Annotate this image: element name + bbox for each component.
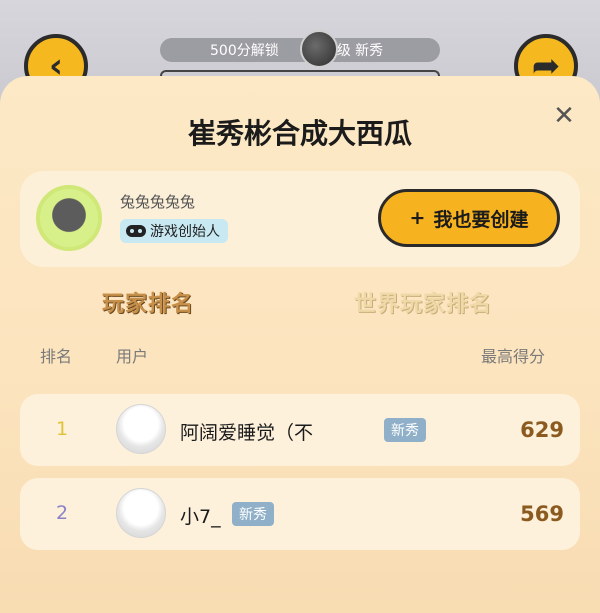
row-rank: 1 — [56, 418, 69, 440]
status-badge: 新秀 — [232, 502, 274, 526]
unlock-pill-text: 500分解锁 — [210, 43, 279, 59]
avatar[interactable] — [116, 488, 166, 538]
creator-name: 兔兔兔兔兔 — [120, 193, 196, 211]
leaderboard-sheet: 崔秀彬合成大西瓜 ✕ 兔兔兔兔兔 游戏创始人 + 我也要创建 玩家排名 世界玩家… — [0, 76, 600, 613]
row-score: 569 — [520, 502, 564, 526]
tab-world-ranking[interactable]: 世界玩家排名 — [354, 286, 492, 318]
row-name: 阿阔爱睡觉（不 — [180, 422, 314, 444]
create-button-label: 我也要创建 — [433, 208, 529, 231]
unlock-pill-level: 级 新秀 — [336, 43, 384, 59]
tab-player-ranking[interactable]: 玩家排名 — [102, 286, 194, 318]
creator-badge-label: 游戏创始人 — [150, 224, 220, 240]
row-score: 629 — [520, 418, 564, 442]
column-user: 用户 — [116, 347, 149, 366]
creator-card: 兔兔兔兔兔 游戏创始人 + 我也要创建 — [20, 171, 580, 267]
column-score: 最高得分 — [481, 347, 546, 366]
creator-badge: 游戏创始人 — [120, 219, 228, 243]
background-avatar — [300, 30, 338, 68]
status-badge: 新秀 — [384, 418, 426, 442]
close-icon[interactable]: ✕ — [550, 102, 578, 130]
table-row[interactable]: 1 阿阔爱睡觉（不 新秀 629 — [20, 394, 580, 466]
avatar[interactable] — [116, 404, 166, 454]
creator-avatar[interactable] — [36, 185, 102, 251]
row-name: 小7_ — [180, 506, 221, 528]
create-game-button[interactable]: + 我也要创建 — [378, 189, 560, 247]
row-rank: 2 — [56, 502, 69, 524]
game-title: 崔秀彬合成大西瓜 — [187, 117, 412, 150]
column-rank: 排名 — [40, 347, 73, 366]
plus-icon: + — [409, 207, 426, 229]
gamepad-icon — [126, 225, 146, 237]
table-row[interactable]: 2 小7_ 新秀 569 — [20, 478, 580, 550]
